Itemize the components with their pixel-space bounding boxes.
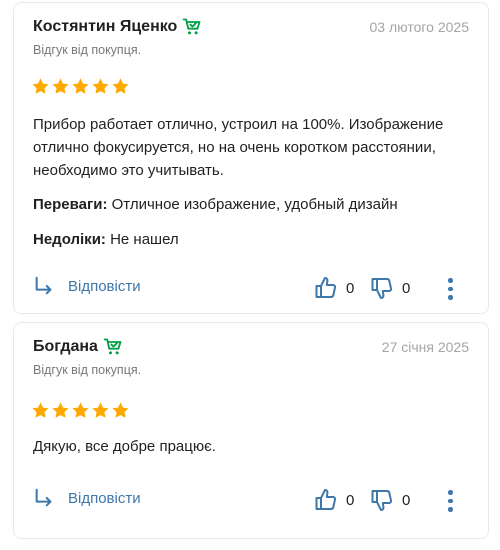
dot — [448, 490, 453, 495]
dislike-button[interactable]: 0 — [370, 276, 410, 300]
dot — [448, 498, 453, 503]
like-count: 0 — [346, 279, 355, 297]
review-cons: Недоліки: Не нашел — [33, 228, 470, 251]
star-icon — [92, 402, 109, 418]
like-count: 0 — [346, 491, 355, 509]
review-author: Костянтин Яценко — [33, 18, 178, 35]
reply-button[interactable]: Відповісти — [33, 275, 141, 297]
review-author-row: Костянтин Яценко — [33, 17, 202, 37]
dislike-count: 0 — [402, 279, 411, 297]
reply-arrow-icon — [35, 488, 52, 507]
reply-button[interactable]: Відповісти — [33, 487, 141, 509]
thumbs-up-icon — [315, 489, 337, 510]
thumbs-down-icon — [371, 490, 393, 511]
review-author: Богдана — [33, 338, 98, 355]
dot — [448, 286, 453, 291]
more-vertical-icon[interactable] — [448, 490, 454, 512]
pros-text: Отличное изображение, удобный дизайн — [111, 196, 398, 213]
purchase-note: Відгук від покупця. — [33, 363, 142, 377]
pros-label: Переваги: — [33, 196, 108, 213]
review-text: Прибор работает отлично, устроил на 100%… — [33, 116, 444, 179]
rating-stars — [31, 77, 130, 96]
review-date: 03 лютого 2025 — [369, 19, 469, 35]
cart-check-icon — [183, 18, 201, 35]
dot — [448, 507, 453, 512]
like-button[interactable]: 0 — [314, 488, 354, 512]
star-icon — [52, 78, 69, 94]
cons-text: Не нашел — [110, 231, 179, 248]
dislike-count: 0 — [402, 491, 411, 509]
dot — [448, 295, 453, 300]
purchase-note: Відгук від покупця. — [33, 43, 142, 57]
thumbs-up-icon — [315, 277, 337, 298]
review-pros: Переваги: Отличное изображение, удобный … — [33, 193, 470, 216]
review-text: Дякую, все добре працює. — [33, 438, 216, 455]
review-card: Костянтин Яценко 03 лютого 2025 Відгук в… — [13, 2, 489, 314]
review-date: 27 січня 2025 — [381, 339, 469, 355]
star-icon — [112, 78, 129, 94]
review-card: Богдана 27 січня 2025 Відгук від покупця… — [13, 322, 489, 539]
rating-stars — [31, 401, 130, 420]
like-button[interactable]: 0 — [314, 276, 354, 300]
reply-arrow-icon — [35, 276, 52, 295]
reply-label: Відповісти — [68, 489, 141, 507]
star-icon — [32, 78, 49, 94]
cart-check-icon — [103, 338, 122, 355]
star-icon — [52, 402, 69, 418]
reply-label: Відповісти — [68, 277, 141, 295]
star-icon — [72, 402, 89, 418]
thumbs-down-icon — [371, 278, 393, 299]
more-vertical-icon[interactable] — [448, 278, 454, 300]
cons-label: Недоліки: — [33, 231, 106, 248]
dot — [448, 278, 453, 283]
star-icon — [112, 402, 129, 418]
star-icon — [72, 78, 89, 94]
dislike-button[interactable]: 0 — [370, 488, 410, 512]
review-author-row: Богдана — [33, 337, 123, 357]
star-icon — [92, 78, 109, 94]
star-icon — [32, 402, 49, 418]
